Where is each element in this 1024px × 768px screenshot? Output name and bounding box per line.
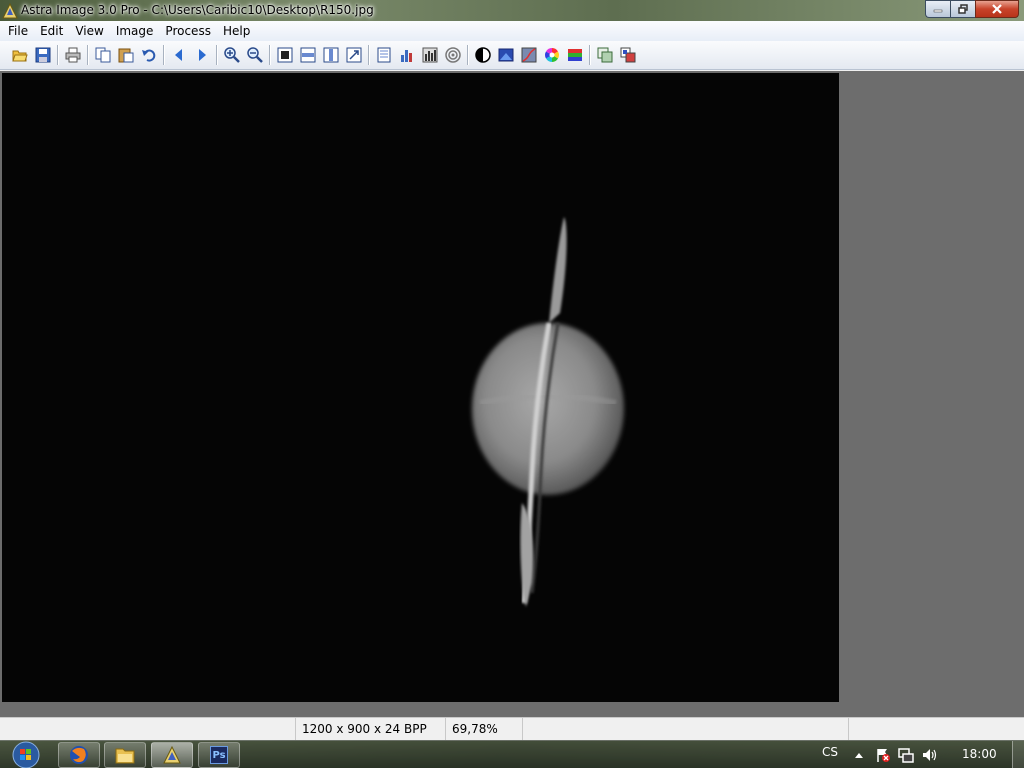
fit-icon — [277, 47, 292, 63]
photoshop-icon: Ps — [210, 746, 228, 764]
photoshop-label: Ps — [212, 749, 226, 761]
menu-bar: File Edit View Image Process Help — [0, 21, 1024, 41]
toolbar — [0, 41, 1024, 70]
previous-button[interactable] — [167, 44, 190, 66]
levels-icon — [422, 47, 437, 63]
windows-logo-icon — [12, 741, 40, 768]
save-icon — [35, 47, 50, 63]
paste-icon — [118, 48, 133, 63]
save-button[interactable] — [31, 44, 54, 66]
color-balance-button[interactable] — [494, 44, 517, 66]
show-desktop-button[interactable] — [1012, 741, 1024, 768]
status-bar: 1200 x 900 x 24 BPP 69,78% — [0, 717, 1024, 740]
contrast-icon — [474, 47, 491, 63]
print-icon — [65, 47, 80, 63]
title-bar[interactable]: Astra Image 3.0 Pro - C:\Users\Caribic10… — [0, 0, 1024, 21]
minimize-icon — [933, 9, 943, 13]
action-center-flag-icon[interactable] — [875, 747, 891, 763]
duplicate-icon — [597, 47, 612, 63]
menu-edit[interactable]: Edit — [34, 21, 69, 41]
forward-arrow-icon — [198, 49, 206, 61]
curves-icon — [521, 47, 536, 63]
rgb-channels-icon — [567, 49, 582, 61]
restore-icon — [958, 4, 968, 14]
compare-icon — [620, 47, 635, 63]
color-balance-icon — [498, 48, 513, 62]
curves-button[interactable] — [517, 44, 540, 66]
rgb-channels-button[interactable] — [563, 44, 586, 66]
firefox-icon — [70, 746, 88, 764]
info-button[interactable] — [372, 44, 395, 66]
menu-view[interactable]: View — [69, 21, 109, 41]
menu-image[interactable]: Image — [110, 21, 160, 41]
app-window: Astra Image 3.0 Pro - C:\Users\Caribic10… — [0, 0, 1024, 740]
contrast-button[interactable] — [471, 44, 494, 66]
menu-file[interactable]: File — [2, 21, 34, 41]
target-button[interactable] — [441, 44, 464, 66]
fit-height-icon — [323, 47, 338, 63]
image-view[interactable] — [2, 73, 839, 702]
color-wheel-icon — [544, 48, 559, 62]
status-cell-extra — [849, 718, 1024, 740]
undo-button[interactable] — [137, 44, 160, 66]
taskbar-explorer[interactable] — [104, 742, 146, 768]
next-button[interactable] — [190, 44, 213, 66]
zoom-in-icon — [223, 47, 240, 63]
copy-button[interactable] — [91, 44, 114, 66]
levels-button[interactable] — [418, 44, 441, 66]
duplicate-button[interactable] — [593, 44, 616, 66]
start-button[interactable] — [6, 741, 46, 768]
taskbar-astra-image[interactable] — [151, 742, 193, 768]
taskbar: Ps CS 18:00 — [0, 740, 1024, 768]
status-cell-empty — [0, 718, 296, 740]
actual-size-button[interactable] — [342, 44, 365, 66]
system-clock[interactable]: 18:00 — [962, 747, 997, 761]
language-indicator[interactable]: CS — [822, 745, 838, 759]
status-zoom: 69,78% — [446, 718, 523, 740]
astra-app-icon[interactable] — [2, 3, 18, 19]
compare-button[interactable] — [616, 44, 639, 66]
close-button[interactable] — [975, 0, 1019, 18]
print-button[interactable] — [61, 44, 84, 66]
histogram-button[interactable] — [395, 44, 418, 66]
canvas-area[interactable] — [0, 71, 1024, 717]
zoom-in-button[interactable] — [220, 44, 243, 66]
histogram-icon — [400, 50, 412, 62]
fit-width-button[interactable] — [296, 44, 319, 66]
zoom-out-button[interactable] — [243, 44, 266, 66]
status-cell-info — [523, 718, 849, 740]
color-wheel-button[interactable] — [540, 44, 563, 66]
saturn-image — [2, 73, 839, 702]
fit-height-button[interactable] — [319, 44, 342, 66]
info-icon — [377, 47, 390, 63]
paste-button[interactable] — [114, 44, 137, 66]
actual-size-icon — [346, 47, 361, 63]
explorer-icon — [115, 748, 135, 764]
undo-icon — [141, 49, 155, 62]
minimize-button[interactable] — [925, 0, 950, 18]
menu-process[interactable]: Process — [159, 21, 217, 41]
copy-icon — [95, 47, 110, 63]
show-hidden-icons-icon[interactable] — [851, 747, 867, 763]
restore-button[interactable] — [950, 0, 975, 18]
open-folder-icon — [11, 50, 28, 62]
close-icon — [992, 4, 1002, 14]
window-title: Astra Image 3.0 Pro - C:\Users\Caribic10… — [21, 3, 374, 17]
back-arrow-icon — [174, 49, 182, 61]
zoom-out-icon — [246, 47, 263, 63]
taskbar-firefox[interactable] — [58, 742, 100, 768]
target-icon — [444, 47, 461, 63]
taskbar-photoshop[interactable]: Ps — [198, 742, 240, 768]
status-dimensions: 1200 x 900 x 24 BPP — [296, 718, 446, 740]
astra-image-icon — [163, 745, 181, 764]
network-icon[interactable] — [898, 747, 914, 763]
fit-width-icon — [300, 47, 315, 63]
fit-button[interactable] — [273, 44, 296, 66]
open-button[interactable] — [8, 44, 31, 66]
volume-icon[interactable] — [922, 747, 938, 763]
menu-help[interactable]: Help — [217, 21, 256, 41]
